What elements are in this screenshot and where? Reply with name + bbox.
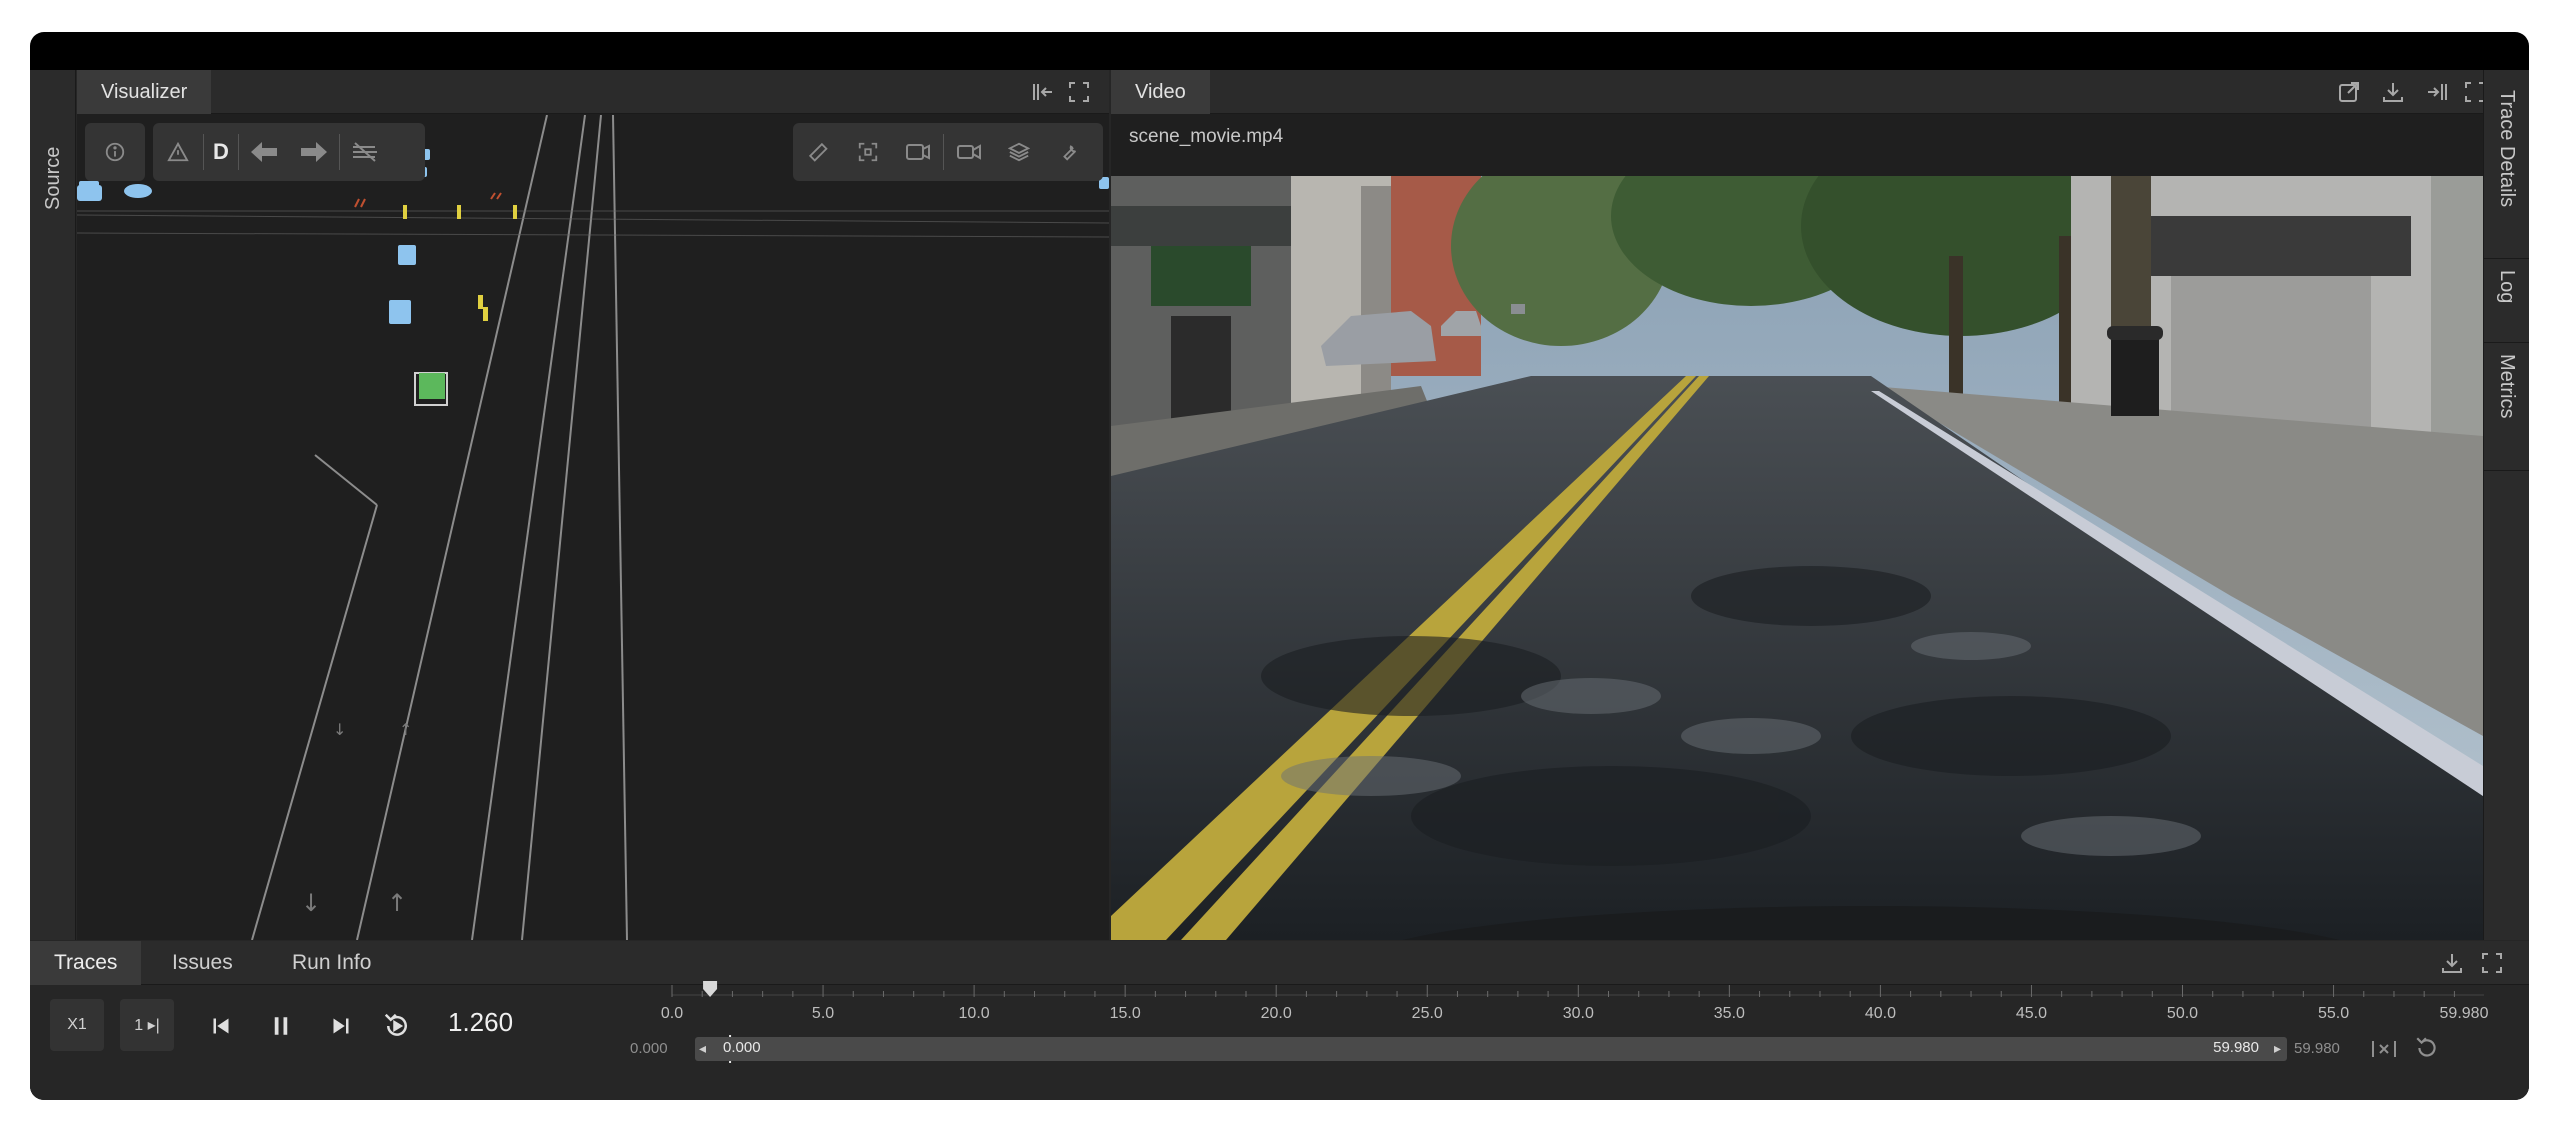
lane-marker xyxy=(457,205,461,219)
tab-visualizer[interactable]: Visualizer xyxy=(77,70,212,114)
ruler-tick-label: 50.0 xyxy=(2166,1005,2199,1022)
log-tab[interactable]: Log xyxy=(2495,270,2518,303)
range-left-handle[interactable]: ◂ xyxy=(699,1040,706,1057)
collapse-left-icon[interactable] xyxy=(1031,80,1055,104)
app-window: Source Visualizer ↓ ↑ ↓ ↑ D Video scene_… xyxy=(30,70,2529,1100)
open-external-icon[interactable] xyxy=(2337,80,2361,104)
ruler-button[interactable] xyxy=(793,123,843,181)
fullscreen-icon[interactable] xyxy=(1067,80,1091,104)
visualizer-canvas[interactable]: ↓ ↑ ↓ ↑ D xyxy=(77,115,1109,940)
timeline-panel: Traces Issues Run Info X1 1 ▸| 1.260 0.0… xyxy=(30,941,2529,1100)
trace-details-tab[interactable]: Trace Details xyxy=(2495,90,2518,207)
focus-button[interactable] xyxy=(843,123,893,181)
range-slider[interactable]: ◂ 0.000 59.980 ▸ xyxy=(695,1037,2287,1061)
ruler-tick-label: 10.0 xyxy=(958,1005,990,1022)
video-header: Video xyxy=(1111,70,2485,114)
agent-vehicle[interactable] xyxy=(124,184,152,198)
ruler-tick-label: 30.0 xyxy=(1562,1005,1594,1022)
lane-arrow: ↑ xyxy=(399,720,412,739)
camera-follow-button[interactable] xyxy=(893,123,943,181)
video-file-name: scene_movie.mp4 xyxy=(1129,126,1284,147)
lane-marker xyxy=(483,307,488,321)
scene-topdown-view: ↓ ↑ ↓ ↑ xyxy=(77,115,1109,940)
video-frame[interactable] xyxy=(1111,176,2483,940)
info-button[interactable] xyxy=(85,123,145,181)
fit-range-icon[interactable] xyxy=(2370,1037,2398,1061)
previous-button[interactable] xyxy=(239,123,289,181)
video-camera-button[interactable] xyxy=(944,123,994,181)
agent-vehicle[interactable] xyxy=(389,300,411,324)
download-icon[interactable] xyxy=(2381,80,2405,104)
trash-bin xyxy=(2111,336,2159,416)
lane-marker xyxy=(478,295,483,309)
lane-marker xyxy=(403,205,407,219)
layers-icon xyxy=(1008,142,1030,162)
range-end: 59.980 xyxy=(2213,1039,2259,1056)
lane-arrow: ↓ xyxy=(333,720,346,739)
view-toolgroup xyxy=(793,123,1103,181)
arrow-left-icon xyxy=(251,142,277,162)
street-scene-image xyxy=(1111,176,2483,940)
ruler-tick-label: 5.0 xyxy=(811,1005,835,1022)
drive-toolgroup: D xyxy=(153,123,425,181)
reset-icon[interactable] xyxy=(2414,1035,2440,1061)
warning-icon xyxy=(167,141,189,162)
ruler-icon xyxy=(808,142,828,162)
timeline-ruler[interactable]: 0.0 5.0 10.0 15.0 20.0 25.0 30.0 35.0 40.0 45.0 50… xyxy=(30,941,2529,1100)
ruler-tick-label: 15.0 xyxy=(1109,1005,1141,1022)
range-right-handle[interactable]: ▸ xyxy=(2274,1040,2281,1057)
agent-vehicle[interactable] xyxy=(79,181,99,189)
layers-button[interactable] xyxy=(994,123,1044,181)
wrench-icon xyxy=(1063,145,1077,161)
warning-button[interactable] xyxy=(153,123,203,181)
left-side-rail: Source xyxy=(30,70,76,940)
ruler-tick-label: 0.0 xyxy=(660,1005,684,1022)
lane-arrow: ↓ xyxy=(301,889,321,917)
right-side-rail: Trace Details Log Metrics xyxy=(2483,70,2529,940)
car xyxy=(1511,304,1525,314)
ruler-tick-label: 59.980 xyxy=(2439,1005,2489,1022)
stripes-button[interactable] xyxy=(340,123,390,181)
info-icon xyxy=(105,142,125,162)
ruler-tick-label: 25.0 xyxy=(1411,1005,1443,1022)
ruler-tick-label: 40.0 xyxy=(1864,1005,1896,1022)
collapse-right-icon[interactable] xyxy=(2425,80,2449,104)
video-camera-icon xyxy=(957,144,981,160)
range-end-outer: 59.980 xyxy=(2294,1040,2340,1057)
lane-marker xyxy=(513,205,517,219)
info-toolgroup xyxy=(85,123,145,181)
visualizer-panel: Visualizer ↓ ↑ ↓ ↑ D xyxy=(77,70,1109,940)
tab-video[interactable]: Video xyxy=(1111,70,1210,114)
ruler-tick-label: 35.0 xyxy=(1713,1005,1745,1022)
ego-vehicle[interactable] xyxy=(419,373,445,399)
source-tab[interactable]: Source xyxy=(42,147,65,210)
agent-vehicle[interactable] xyxy=(398,245,416,265)
camera-follow-icon xyxy=(906,144,930,160)
video-panel: Video scene_movie.mp4 xyxy=(1111,70,2485,940)
ruler-tick-label: 20.0 xyxy=(1260,1005,1292,1022)
ruler-tick-label: 55.0 xyxy=(2317,1005,2350,1022)
stripes-icon xyxy=(353,142,377,162)
focus-icon xyxy=(858,142,878,162)
lane-arrow: ↑ xyxy=(387,889,407,917)
wrench-button[interactable] xyxy=(1044,123,1094,181)
app-frame: Source Visualizer ↓ ↑ ↓ ↑ D Video scene_… xyxy=(30,32,2529,1100)
range-start: 0.000 xyxy=(723,1039,761,1056)
visualizer-header: Visualizer xyxy=(77,70,1109,114)
arrow-right-icon xyxy=(301,142,327,162)
ruler-tick-label: 45.0 xyxy=(2015,1005,2048,1022)
metrics-tab[interactable]: Metrics xyxy=(2495,354,2518,418)
next-button[interactable] xyxy=(289,123,339,181)
range-start-outer: 0.000 xyxy=(630,1040,668,1057)
drive-mode-button[interactable]: D xyxy=(204,123,238,181)
